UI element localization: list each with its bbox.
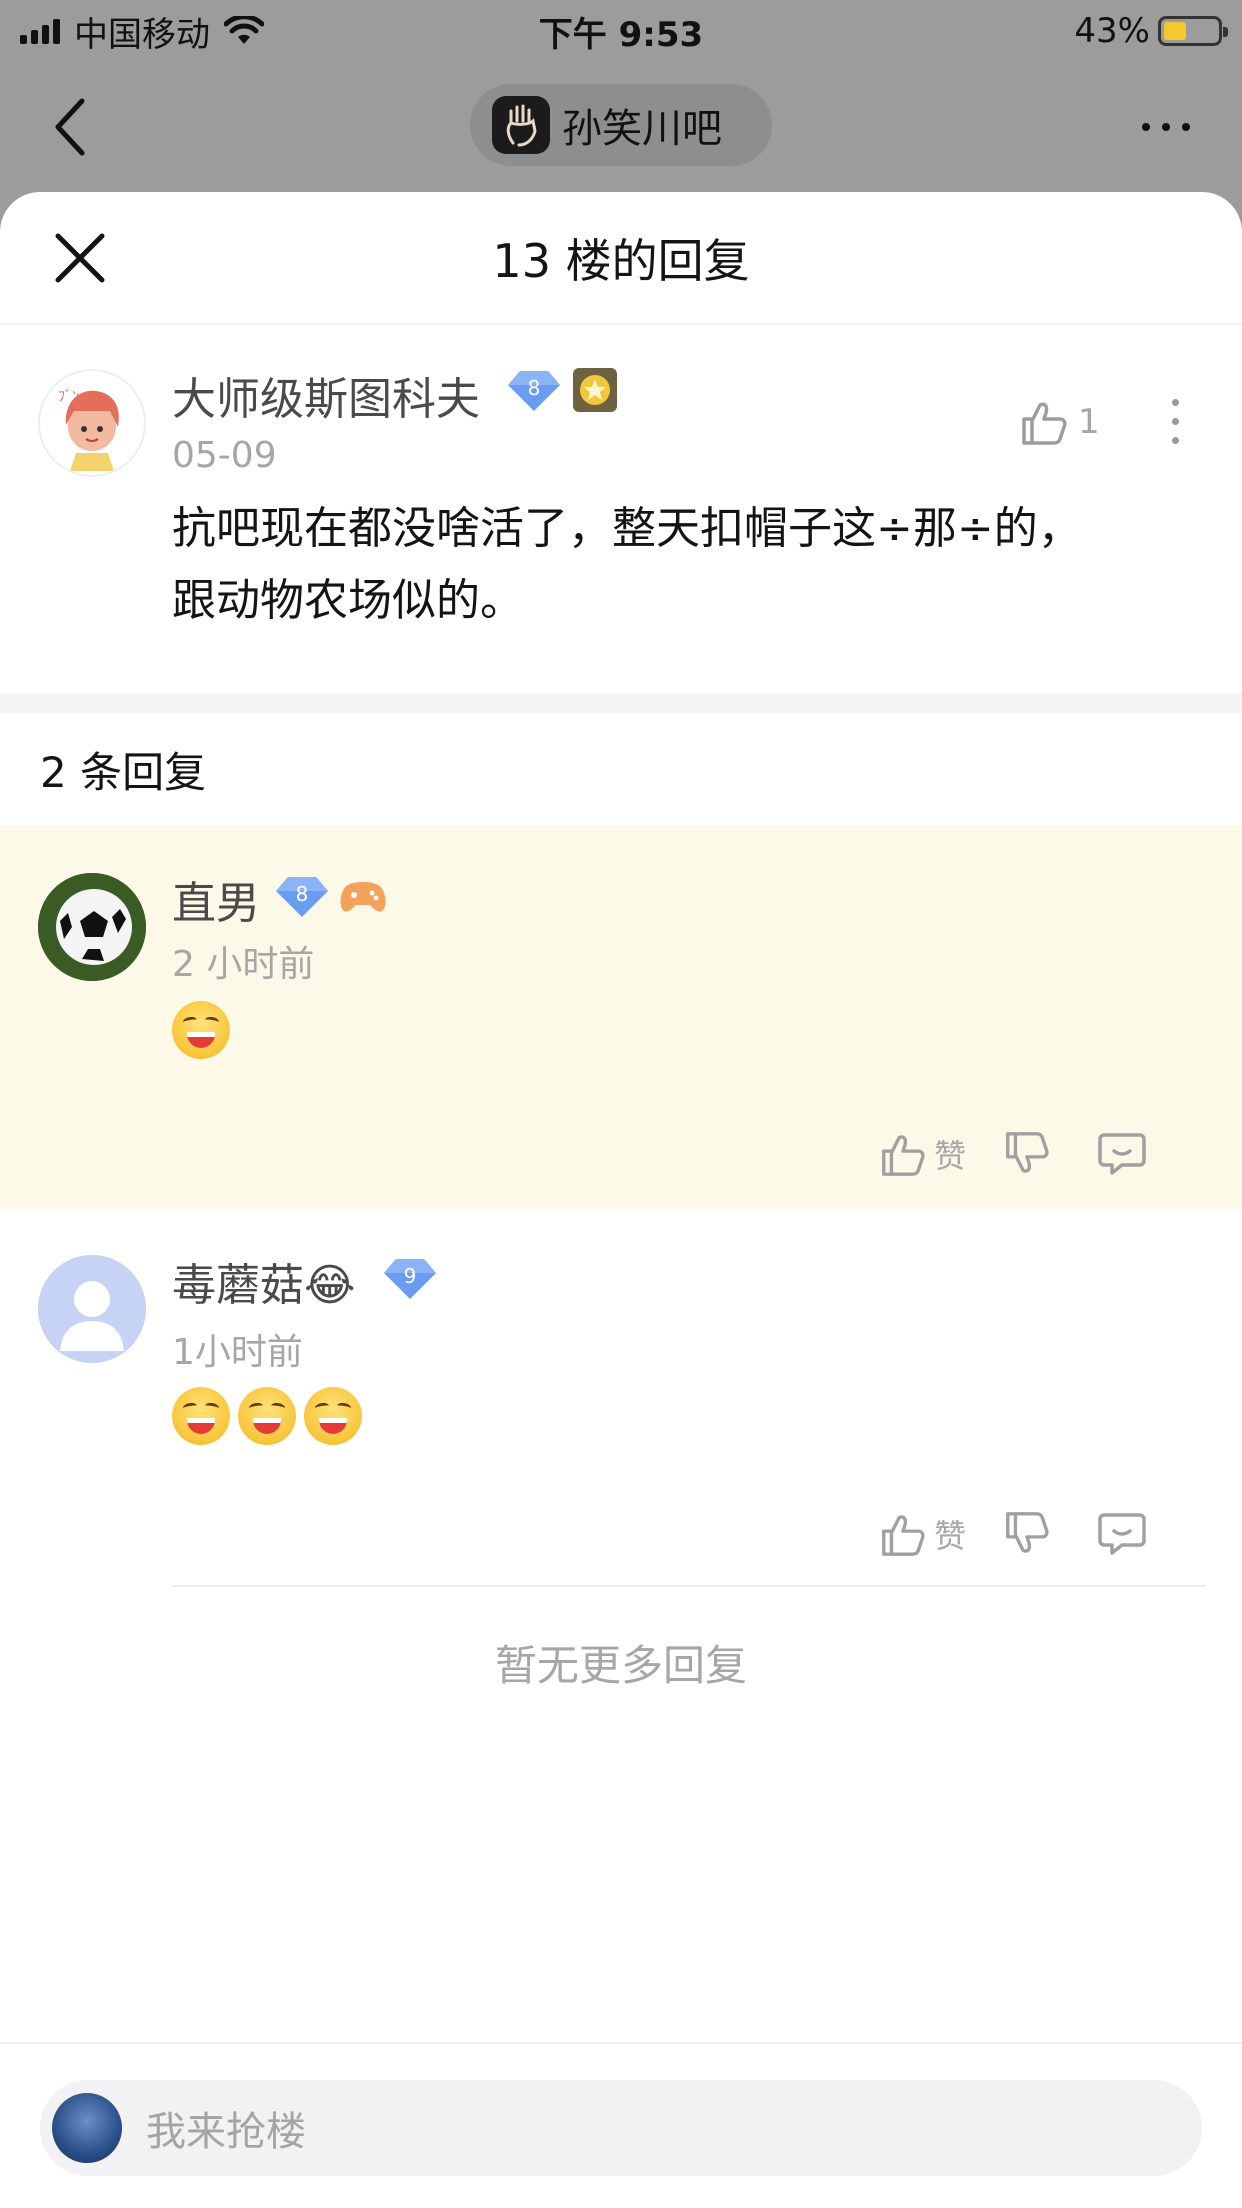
- reply-actions: 赞: [878, 1129, 1146, 1179]
- laughing-emoji-icon: [172, 1387, 230, 1445]
- thumbs-up-icon: [882, 1135, 925, 1176]
- post-content-line: 抗吧现在都没啥活了，整天扣帽子这÷那÷的，: [172, 503, 1082, 554]
- thumbs-up-icon: [1022, 402, 1067, 445]
- signal-icon: [20, 18, 60, 44]
- default-avatar-icon: [38, 1255, 146, 1363]
- username[interactable]: 直男: [172, 867, 260, 931]
- bottom-input-bar: 我来抢楼: [0, 2042, 1242, 2208]
- post-more-button[interactable]: [1172, 399, 1179, 444]
- like-label: 赞: [934, 1517, 967, 1555]
- section-divider: [0, 693, 1242, 713]
- avatar[interactable]: [38, 1255, 146, 1363]
- wifi-icon: [224, 16, 264, 44]
- reply-item: 直男 8 2 小时前 赞: [0, 825, 1242, 1209]
- comment-icon: [1098, 1513, 1146, 1555]
- level-badge: 9: [382, 1257, 438, 1301]
- avatar[interactable]: [38, 873, 146, 981]
- reply-time: 1小时前: [172, 1332, 303, 1373]
- reply-input-placeholder: 我来抢楼: [146, 2109, 306, 2155]
- gamepad-badge: [338, 877, 388, 917]
- level-number: 9: [404, 1264, 417, 1288]
- forum-name: 孙笑川吧: [562, 106, 722, 152]
- username[interactable]: 大师级斯图科夫: [172, 363, 480, 427]
- level-badge: 8: [506, 369, 562, 413]
- no-more-replies: 暂无更多回复: [494, 1641, 747, 1690]
- comment-button[interactable]: [1086, 1131, 1146, 1177]
- reply-content: [172, 1387, 370, 1445]
- like-button[interactable]: 赞: [878, 1129, 966, 1179]
- post-content: 抗吧现在都没啥活了，整天扣帽子这÷那÷的， 跟动物农场似的。: [172, 493, 1082, 637]
- status-left: 中国移动: [20, 7, 264, 56]
- main-post: ﾌﾞﾝ 大师级斯图科夫 8 05-09 1 抗吧现在都没啥活了，整天扣帽子这÷那…: [0, 325, 1242, 693]
- diamond-icon: 9: [384, 1259, 436, 1299]
- reply-item: 毒蘑菇😂 9 1小时前 赞: [0, 1209, 1242, 1587]
- chevron-left-icon: [55, 98, 85, 156]
- status-bar: 中国移动 下午 9:53 43%: [0, 0, 1242, 62]
- carrier-label: 中国移动: [74, 14, 210, 55]
- gamepad-icon: [340, 882, 386, 912]
- more-options-button[interactable]: [1142, 123, 1190, 131]
- medal-icon: [573, 368, 617, 412]
- comment-icon: [1098, 1133, 1146, 1175]
- laughing-emoji-icon: [172, 1001, 230, 1059]
- my-avatar: [52, 2093, 122, 2163]
- reply-actions: 赞: [878, 1509, 1146, 1559]
- like-button[interactable]: 1: [1018, 397, 1100, 447]
- dislike-button[interactable]: [966, 1509, 1086, 1559]
- thumbs-down-icon: [1006, 1132, 1049, 1173]
- close-icon: [55, 233, 105, 283]
- back-button[interactable]: [52, 87, 112, 167]
- close-button[interactable]: [52, 230, 108, 286]
- comment-button[interactable]: [1086, 1511, 1146, 1557]
- avatar[interactable]: ﾌﾞﾝ: [38, 369, 146, 477]
- username-emoji: 😂: [304, 1260, 356, 1311]
- forum-pill[interactable]: 孙笑川吧: [470, 84, 772, 166]
- hand-icon: [506, 104, 537, 147]
- diamond-icon: 8: [508, 371, 560, 411]
- like-label: 赞: [934, 1137, 967, 1175]
- diamond-icon: 8: [276, 877, 328, 917]
- battery-icon: [1158, 16, 1228, 46]
- level-number: 8: [528, 376, 541, 400]
- laughing-emoji-icon: [238, 1387, 296, 1445]
- reply-time: 2 小时前: [172, 944, 315, 985]
- battery-percent: 43%: [1074, 11, 1150, 51]
- medal-badge: [572, 367, 618, 413]
- laughing-emoji-icon: [304, 1387, 362, 1445]
- sheet-header: 13 楼的回复: [0, 192, 1242, 325]
- reply-input[interactable]: 我来抢楼: [40, 2080, 1202, 2176]
- reply-divider: [172, 1585, 1206, 1587]
- thumbs-down-icon: [1006, 1512, 1049, 1553]
- nav-bar: 孙笑川吧: [0, 62, 1242, 192]
- post-content-line: 跟动物农场似的。: [172, 575, 524, 626]
- username[interactable]: 毒蘑菇😂: [172, 1249, 355, 1313]
- dislike-button[interactable]: [966, 1129, 1086, 1179]
- username-text: 毒蘑菇: [172, 1260, 304, 1311]
- thumbs-up-icon: [882, 1515, 925, 1556]
- soccer-ball-icon: [38, 873, 146, 981]
- status-right: 43%: [1074, 11, 1228, 51]
- like-button[interactable]: 赞: [878, 1509, 966, 1559]
- reply-content: [172, 1001, 238, 1063]
- like-count: 1: [1078, 402, 1100, 442]
- forum-avatar: [492, 96, 550, 154]
- post-date: 05-09: [172, 435, 277, 476]
- svg-text:ﾌﾞﾝ: ﾌﾞﾝ: [58, 389, 79, 405]
- reply-count: 2 条回复: [40, 747, 207, 797]
- reply-sheet: 13 楼的回复 ﾌﾞﾝ 大师级斯图科夫 8 05-09 1 抗吧现在都没啥活了，…: [0, 192, 1242, 2208]
- anime-avatar-icon: ﾌﾞﾝ: [58, 389, 119, 471]
- sheet-title: 13 楼的回复: [492, 233, 750, 288]
- level-badge: 8: [274, 875, 330, 919]
- level-number: 8: [296, 882, 309, 906]
